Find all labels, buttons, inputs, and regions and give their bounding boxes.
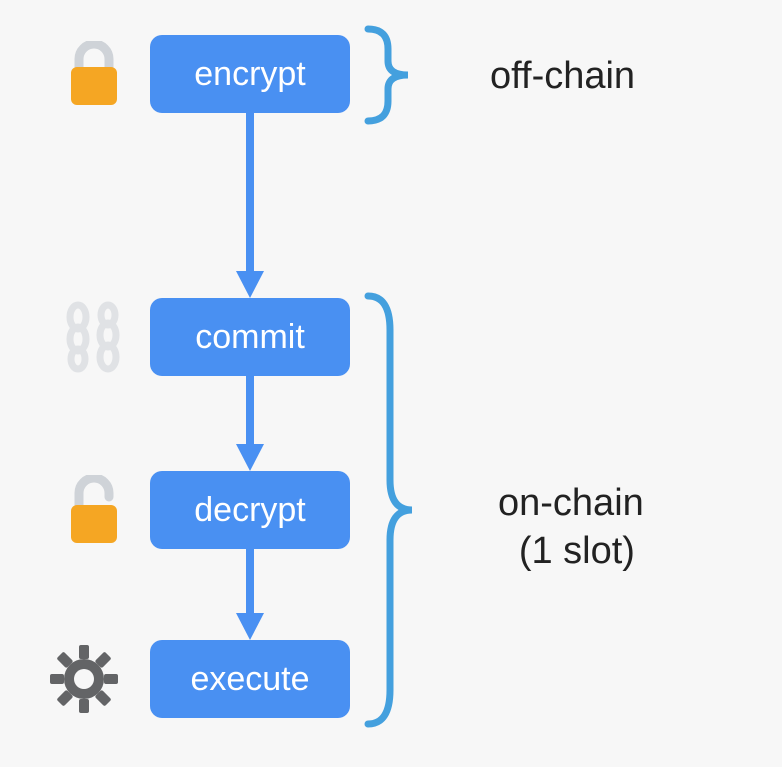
node-execute: execute [150, 640, 350, 718]
lock-closed-icon [65, 41, 123, 107]
icon-encrypt-slot [55, 35, 133, 113]
node-encrypt-label: encrypt [194, 55, 306, 94]
node-decrypt: decrypt [150, 471, 350, 549]
icon-execute-slot [45, 640, 123, 718]
brace-offchain [360, 25, 415, 130]
diagram-root: encrypt commit decrypt exe [0, 0, 782, 767]
icon-commit-slot [55, 298, 133, 376]
chain-icon [60, 301, 128, 373]
brace-onchain [360, 290, 420, 735]
arrow-2 [150, 376, 350, 471]
node-execute-label: execute [190, 660, 309, 699]
label-offchain-text: off-chain [490, 55, 635, 97]
arrow-3 [150, 549, 350, 640]
label-onchain-text-2: (1 slot) [510, 528, 644, 576]
node-commit-label: commit [195, 318, 305, 357]
gear-icon [48, 643, 120, 715]
label-onchain-text-1: on-chain [498, 480, 644, 528]
flow-column: encrypt commit decrypt exe [150, 35, 350, 718]
label-onchain: on-chain (1 slot) [498, 480, 644, 575]
icon-decrypt-slot [55, 471, 133, 549]
node-decrypt-label: decrypt [194, 491, 306, 530]
arrow-1 [150, 113, 350, 298]
node-commit: commit [150, 298, 350, 376]
label-offchain: off-chain [490, 53, 635, 101]
node-encrypt: encrypt [150, 35, 350, 113]
lock-open-icon [65, 475, 123, 545]
